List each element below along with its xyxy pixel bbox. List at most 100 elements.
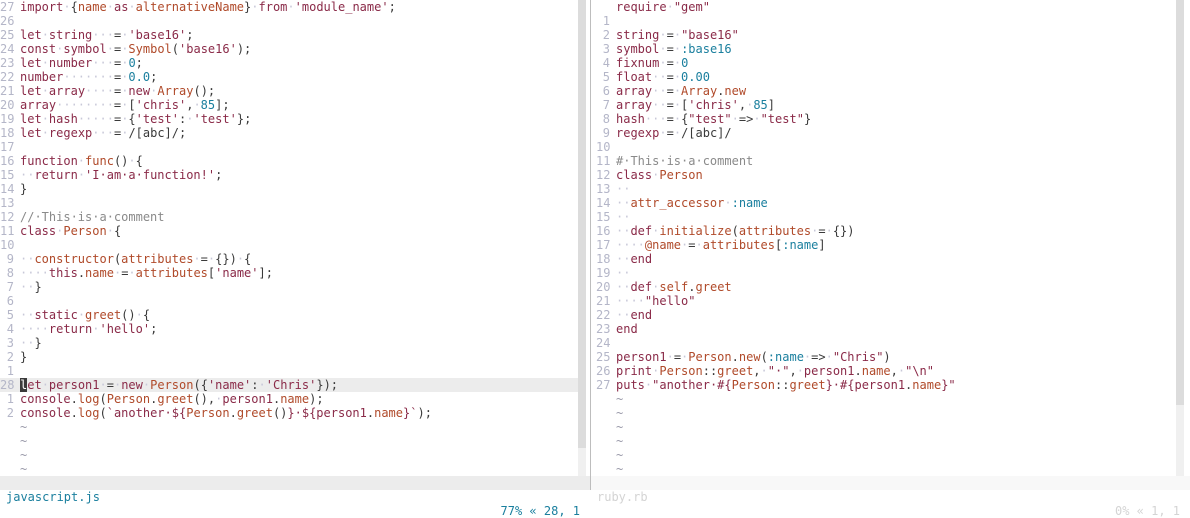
code-line[interactable]: 13 ·· — [596, 182, 1176, 196]
code-line[interactable]: 2} — [0, 350, 578, 364]
code-line[interactable]: 5 float··=·0.00 — [596, 70, 1176, 84]
code-line[interactable]: 26 — [0, 14, 578, 28]
left-editor-pane[interactable]: 27 import·{name·as·alternativeName}·from·… — [0, 0, 578, 476]
code-line[interactable]: 13 — [0, 196, 578, 210]
code-text[interactable]: ····@name·=·attributes[:name] — [616, 238, 826, 252]
code-text[interactable]: let·person1·=·new·Person({'name':·'Chris… — [20, 378, 338, 392]
code-text[interactable]: ··def·initialize(attributes·=·{}) — [616, 224, 855, 238]
code-line[interactable]: 8 ····this.name·=·attributes['name']; — [0, 266, 578, 280]
code-text[interactable]: console.log(Person.greet(),·person1.name… — [20, 392, 324, 406]
right-scrollbar[interactable] — [1176, 0, 1184, 476]
code-text[interactable]: ··end — [616, 308, 652, 322]
code-line[interactable]: 25 person1·=·Person.new(:name·=>·"Chris") — [596, 350, 1176, 364]
code-line[interactable]: 21 let·array····=·new·Array(); — [0, 84, 578, 98]
code-line[interactable]: 7 ··} — [0, 280, 578, 294]
code-text[interactable]: ····this.name·=·attributes['name']; — [20, 266, 273, 280]
code-text[interactable]: float··=·0.00 — [616, 70, 710, 84]
code-text[interactable]: let·number···=·0; — [20, 56, 143, 70]
right-editor-pane[interactable]: require·"gem" 1 2 string·=·"base16" 3 symbol·… — [596, 0, 1176, 476]
code-line[interactable]: 6 array··=·Array.new — [596, 84, 1176, 98]
left-scrollbar-thumb[interactable] — [578, 0, 586, 448]
code-text[interactable]: let·regexp···=·/[abc]/; — [20, 126, 186, 140]
code-text[interactable]: let·string···=·'base16'; — [20, 28, 193, 42]
code-text[interactable]: array········=·['chris',·85]; — [20, 98, 230, 112]
code-text[interactable]: console.log(`another·${Person.greet()}·$… — [20, 406, 432, 420]
left-scrollbar[interactable] — [578, 0, 586, 476]
code-line[interactable]: 17 ····@name·=·attributes[:name] — [596, 238, 1176, 252]
code-line[interactable]: 3 symbol·=·:base16 — [596, 42, 1176, 56]
code-line[interactable]: 25 let·string···=·'base16'; — [0, 28, 578, 42]
code-line[interactable]: 16 ··def·initialize(attributes·=·{}) — [596, 224, 1176, 238]
code-text[interactable]: } — [20, 182, 27, 196]
code-text[interactable]: let·array····=·new·Array(); — [20, 84, 215, 98]
code-text[interactable]: function·func()·{ — [20, 154, 143, 168]
code-text[interactable]: ··attr_accessor·:name — [616, 196, 768, 210]
code-text[interactable]: ··def·self.greet — [616, 280, 732, 294]
code-line[interactable]: 21 ····"hello" — [596, 294, 1176, 308]
split-divider[interactable] — [590, 0, 591, 490]
code-line[interactable]: 10 — [0, 238, 578, 252]
code-text[interactable]: class·Person — [616, 168, 703, 182]
code-line[interactable]: 11 class·Person·{ — [0, 224, 578, 238]
code-line[interactable]: 11 #·This·is·a·comment — [596, 154, 1176, 168]
code-line[interactable]: 15 ·· — [596, 210, 1176, 224]
code-line[interactable]: 3 ··} — [0, 336, 578, 350]
code-text[interactable]: ·· — [616, 266, 630, 280]
code-text[interactable]: fixnum·=·0 — [616, 56, 688, 70]
code-line[interactable]: 4 fixnum·=·0 — [596, 56, 1176, 70]
right-scrollbar-thumb[interactable] — [1176, 0, 1184, 405]
code-line[interactable]: 19 ·· — [596, 266, 1176, 280]
code-text[interactable]: end — [616, 322, 638, 336]
code-line[interactable]: 17 — [0, 140, 578, 154]
code-line[interactable]: 8 hash···=·{"test"·=>·"test"} — [596, 112, 1176, 126]
code-text[interactable]: require·"gem" — [616, 0, 710, 14]
code-text[interactable]: //·This·is·a·comment — [20, 210, 165, 224]
code-text[interactable]: symbol·=·:base16 — [616, 42, 732, 56]
code-text[interactable]: ·· — [616, 182, 630, 196]
code-line[interactable]: 12 //·This·is·a·comment — [0, 210, 578, 224]
code-line[interactable]: 18 let·regexp···=·/[abc]/; — [0, 126, 578, 140]
code-text[interactable]: print·Person::greet,·"·",·person1.name,·… — [616, 364, 934, 378]
code-line[interactable]: 15 ··return·'I·am·a·function!'; — [0, 168, 578, 182]
code-line[interactable]: 19 let·hash·····=·{'test':·'test'}; — [0, 112, 578, 126]
code-text[interactable]: class·Person·{ — [20, 224, 121, 238]
code-line[interactable]: require·"gem" — [596, 0, 1176, 14]
code-text[interactable]: string·=·"base16" — [616, 28, 739, 42]
code-text[interactable]: array··=·Array.new — [616, 84, 746, 98]
code-line[interactable]: 26 print·Person::greet,·"·",·person1.name… — [596, 364, 1176, 378]
code-line[interactable]: 27 puts·"another·#{Person::greet}·#{perso… — [596, 378, 1176, 392]
code-text[interactable]: ··return·'I·am·a·function!'; — [20, 168, 222, 182]
code-text[interactable]: ·· — [616, 210, 630, 224]
code-line[interactable]: 10 — [596, 140, 1176, 154]
code-line[interactable]: 20 ··def·self.greet — [596, 280, 1176, 294]
code-text[interactable]: puts·"another·#{Person::greet}·#{person1… — [616, 378, 956, 392]
code-line[interactable]: 27 import·{name·as·alternativeName}·from·… — [0, 0, 578, 14]
code-line[interactable]: 23 let·number···=·0; — [0, 56, 578, 70]
code-line[interactable]: 24 — [596, 336, 1176, 350]
code-text[interactable]: person1·=·Person.new(:name·=>·"Chris") — [616, 350, 891, 364]
code-line[interactable]: 2 console.log(`another·${Person.greet()}·… — [0, 406, 578, 420]
code-line[interactable]: 9 ··constructor(attributes·=·{})·{ — [0, 252, 578, 266]
code-line[interactable]: 14 ··attr_accessor·:name — [596, 196, 1176, 210]
code-line[interactable]: 14} — [0, 182, 578, 196]
code-line[interactable]: 22 ··end — [596, 308, 1176, 322]
code-line[interactable]: 12 class·Person — [596, 168, 1176, 182]
code-line[interactable]: 1 console.log(Person.greet(),·person1.nam… — [0, 392, 578, 406]
code-line[interactable]: 9 regexp·=·/[abc]/ — [596, 126, 1176, 140]
code-line[interactable]: 16 function·func()·{ — [0, 154, 578, 168]
code-text[interactable]: import·{name·as·alternativeName}·from·'m… — [20, 0, 396, 14]
code-line-current[interactable]: 28 let·person1·=·new·Person({'name':·'Chr… — [0, 378, 578, 392]
code-line[interactable]: 23 end — [596, 322, 1176, 336]
code-line[interactable]: 18 ··end — [596, 252, 1176, 266]
code-text[interactable]: ··static·greet()·{ — [20, 308, 150, 322]
code-line[interactable]: 1 — [596, 14, 1176, 28]
code-line[interactable]: 22 number·······=·0.0; — [0, 70, 578, 84]
code-text[interactable]: hash···=·{"test"·=>·"test"} — [616, 112, 811, 126]
code-line[interactable]: 24 const·symbol·=·Symbol('base16'); — [0, 42, 578, 56]
code-line[interactable]: 2 string·=·"base16" — [596, 28, 1176, 42]
code-line[interactable]: 7 array··=·['chris',·85] — [596, 98, 1176, 112]
code-text[interactable]: regexp·=·/[abc]/ — [616, 126, 732, 140]
code-line[interactable]: 4 ····return·'hello'; — [0, 322, 578, 336]
code-line[interactable]: 5 ··static·greet()·{ — [0, 308, 578, 322]
code-text[interactable]: ··} — [20, 280, 42, 294]
